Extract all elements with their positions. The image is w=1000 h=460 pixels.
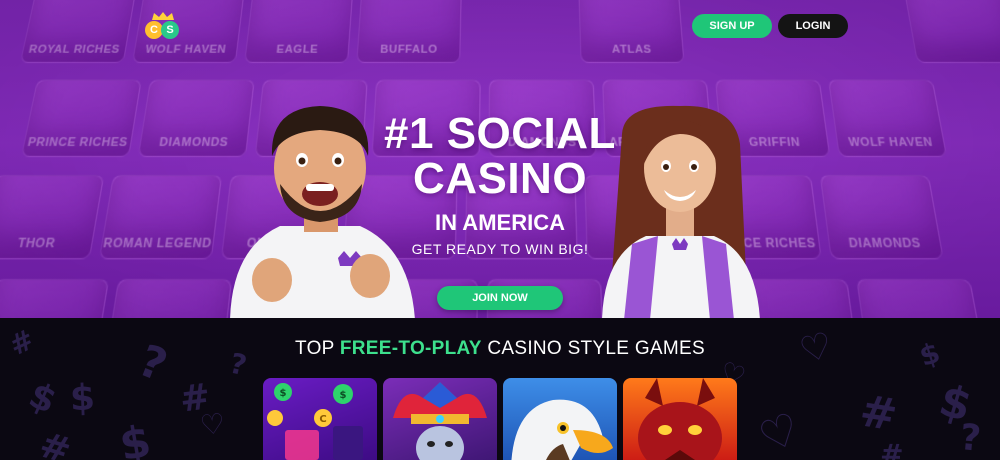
headline-line-1: #1 SOCIAL [384,109,616,158]
games-section-title: TOP FREE-TO-PLAY CASINO STYLE GAMES [0,338,1000,360]
svg-text:$: $ [340,390,347,401]
background-symbol: $ [22,374,63,423]
signup-button[interactable]: SIGN UP [692,14,772,38]
headline-line-2: CASINO [412,154,588,203]
background-symbol: ♡ [751,402,808,460]
game-card-eagle[interactable] [503,378,617,460]
coins-slot-icon: $ $ C [267,383,363,460]
background-symbol: $ [115,415,155,460]
hero-headline: #1 SOCIAL CASINO IN AMERICA GET READY TO… [340,112,660,260]
svg-text:C: C [319,414,326,425]
title-prefix: TOP [295,338,340,359]
background-symbol: # [879,437,904,460]
title-accent: FREE-TO-PLAY [339,338,482,359]
background-symbol: $ [69,377,96,420]
games-section: #$?♡#$?♡#$?♡#$?♡#$ TOP FREE-TO-PLAY CASI… [0,318,1000,460]
dragon-icon [638,378,722,460]
background-symbol: # [177,376,213,421]
game-card-coins[interactable]: $ $ C [263,378,377,460]
site-logo[interactable]: C S [143,12,183,42]
background-symbol: # [34,424,76,460]
logo-coin-s: S [161,21,179,39]
login-button[interactable]: LOGIN [778,14,848,38]
svg-text:$: $ [280,388,287,399]
background-symbol: # [856,385,901,442]
hero-tagline: GET READY TO WIN BIG! [411,241,589,257]
game-card-dragon[interactable] [623,378,737,460]
hero-banner: Royal RichesWolf HavenEagleBuffaloAtlasP… [0,0,1000,318]
join-now-button[interactable]: JOIN NOW [437,286,563,310]
crown-icon [152,12,174,20]
game-card-jester[interactable] [383,378,497,460]
jester-icon [393,382,487,460]
headline-line-3: IN AMERICA [435,210,565,235]
title-suffix: CASINO STYLE GAMES [481,338,705,359]
eagle-icon [511,399,613,460]
